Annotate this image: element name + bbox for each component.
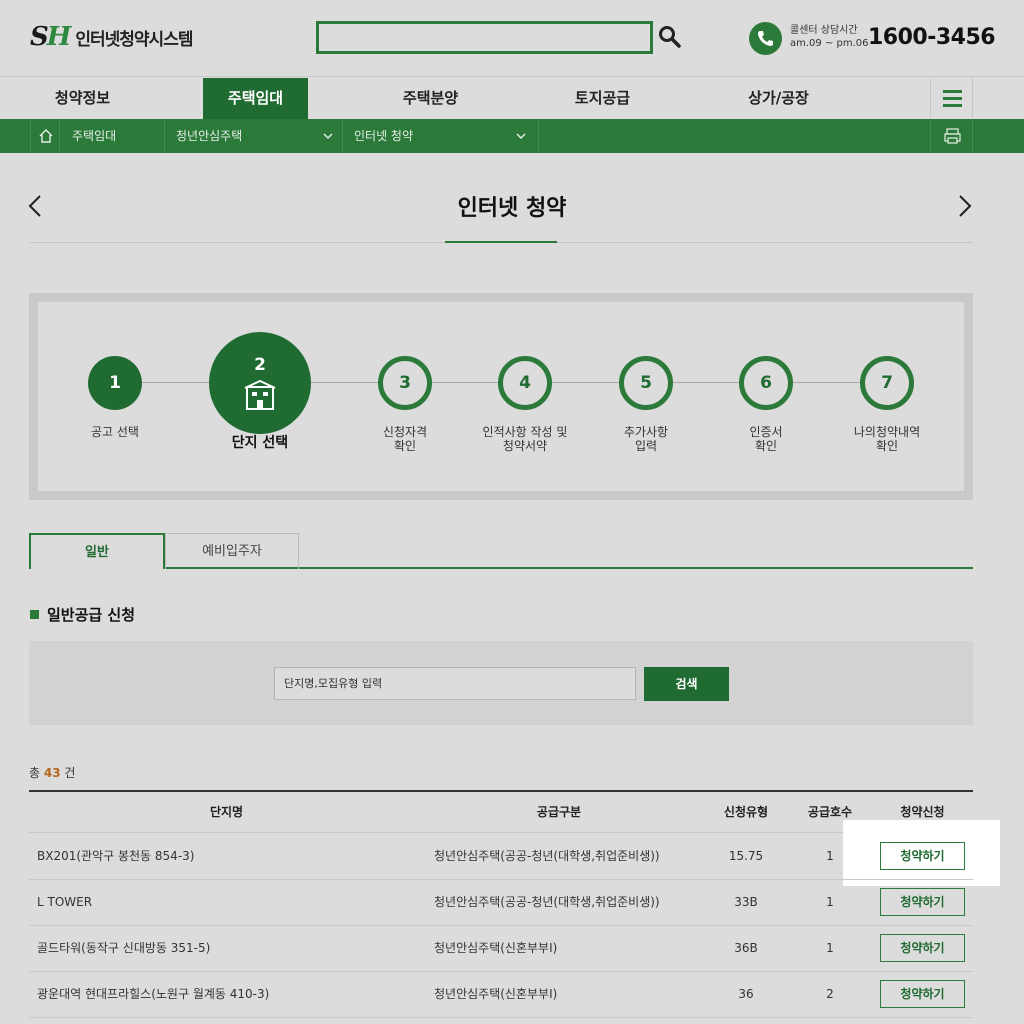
site-name: 인터넷청약시스템	[75, 29, 193, 50]
step-4-label: 인적사항 작성 및 청약서약	[482, 425, 568, 453]
title-underline	[445, 241, 557, 243]
nav-item-land-supply[interactable]: 토지공급	[550, 78, 655, 119]
phone-icon	[749, 22, 782, 55]
breadcrumb-level2-label: 청년안심주택	[176, 129, 243, 143]
column-header-supply-type: 공급구분	[536, 805, 582, 819]
next-arrow-icon[interactable]	[958, 194, 972, 222]
step-5-circle: 5	[619, 356, 673, 410]
table-cell-type: 청년안심주택(공공-청년(대학생,취업준비생))	[434, 849, 660, 863]
call-center-hours: am.09 ~ pm.06	[790, 38, 869, 49]
global-search-input[interactable]	[316, 21, 653, 54]
section-title: 일반공급 신청	[30, 604, 135, 625]
table-cell-name: 광운대역 현대프라힐스(노원구 월계동 410-3)	[37, 987, 270, 1001]
nav-item-rental-housing[interactable]: 주택임대	[203, 78, 308, 119]
apply-button[interactable]: 청약하기	[880, 842, 965, 870]
step-6-label: 인증서 확인	[749, 425, 783, 453]
apply-button[interactable]: 청약하기	[880, 888, 965, 916]
call-center-info: 콜센터 상담시간 am.09 ~ pm.06	[790, 24, 869, 50]
apply-button[interactable]: 청약하기	[880, 934, 965, 962]
section-title-text: 일반공급 신청	[47, 606, 136, 624]
total-suffix: 건	[64, 766, 76, 780]
table-cell-type: 청년안심주택(신혼부부Ⅰ)	[434, 987, 558, 1001]
hamburger-menu-icon[interactable]	[930, 78, 973, 119]
step-1-label: 공고 선택	[91, 425, 139, 439]
building-icon	[244, 379, 276, 410]
column-header-apply-type: 신청유형	[723, 805, 769, 819]
step-3-label: 신청자격 확인	[382, 425, 428, 453]
step-2-label: 단지 선택	[231, 435, 289, 451]
chevron-down-icon	[516, 133, 526, 139]
table-cell-units: 1	[826, 941, 834, 955]
step-7-circle: 7	[860, 356, 914, 410]
row-divider	[29, 1017, 973, 1018]
tab-general[interactable]: 일반	[29, 533, 165, 569]
total-prefix: 총	[29, 766, 41, 780]
total-number: 43	[43, 766, 61, 780]
step-1-circle: 1	[88, 356, 142, 410]
home-icon[interactable]	[30, 119, 60, 153]
tab-waitlist[interactable]: 예비입주자	[165, 533, 299, 569]
search-button[interactable]: 검색	[644, 667, 729, 701]
step-4-circle: 4	[498, 356, 552, 410]
breadcrumb-level2-select[interactable]: 청년안심주택	[165, 119, 343, 153]
square-bullet-icon	[30, 610, 39, 619]
nav-item-commercial-factory[interactable]: 상가/공장	[726, 78, 831, 119]
total-count: 총 43 건	[29, 764, 75, 781]
table-cell-name: L TOWER	[37, 895, 93, 909]
step-2-circle: 2	[209, 332, 311, 434]
table-cell-type: 청년안심주택(신혼부부Ⅰ)	[434, 941, 558, 955]
table-cell-units: 1	[826, 895, 834, 909]
table-cell-type: 청년안심주택(공공-청년(대학생,취업준비생))	[434, 895, 660, 909]
nav-item-housing-sale[interactable]: 주택분양	[378, 78, 483, 119]
column-header-complex: 단지명	[209, 805, 244, 819]
page-title: 인터넷 청약	[457, 196, 567, 221]
tab-active-gap	[31, 567, 163, 569]
site-logo[interactable]: SH 인터넷청약시스템	[30, 22, 193, 52]
search-icon[interactable]	[657, 24, 683, 50]
complex-search-input[interactable]: 단지명,모집유형 입력	[274, 667, 636, 700]
step-6-circle: 6	[739, 356, 793, 410]
step-5-label: 추가사항 입력	[623, 425, 669, 453]
step-3-circle: 3	[378, 356, 432, 410]
site-header: SH 인터넷청약시스템 콜센터 상담시간 am.09 ~ pm.06 1600-…	[0, 0, 1024, 77]
table-cell-name: BX201(관악구 봉천동 854-3)	[37, 849, 195, 863]
table-cell-units: 2	[826, 987, 834, 1001]
table-cell-units: 1	[826, 849, 834, 863]
breadcrumb-level3-label: 인터넷 청약	[354, 129, 414, 143]
breadcrumb-level1[interactable]: 주택임대	[61, 119, 165, 153]
table-cell-apply-type: 36B	[734, 941, 758, 955]
call-center-label: 콜센터 상담시간	[790, 25, 858, 36]
table-cell-name: 골드타워(동작구 신대방동 351-5)	[37, 941, 211, 955]
step-2-number: 2	[254, 355, 266, 375]
nav-item-subscription-info[interactable]: 청약정보	[30, 78, 135, 119]
print-icon[interactable]	[930, 119, 973, 153]
sh-logo-mark: SH	[30, 22, 71, 52]
table-cell-apply-type: 36	[738, 987, 754, 1001]
apply-button[interactable]: 청약하기	[880, 980, 965, 1008]
table-cell-apply-type: 33B	[734, 895, 758, 909]
step-7-label: 나의청약내역 확인	[853, 425, 921, 453]
table-cell-apply-type: 15.75	[728, 849, 764, 863]
call-center-number: 1600-3456	[868, 25, 996, 50]
breadcrumb-level3-select[interactable]: 인터넷 청약	[343, 119, 539, 153]
chevron-down-icon	[323, 133, 333, 139]
main-navigation: 청약정보 주택임대 주택분양 토지공급 상가/공장	[0, 78, 1024, 119]
breadcrumb: 주택임대 청년안심주택 인터넷 청약	[0, 119, 1024, 153]
